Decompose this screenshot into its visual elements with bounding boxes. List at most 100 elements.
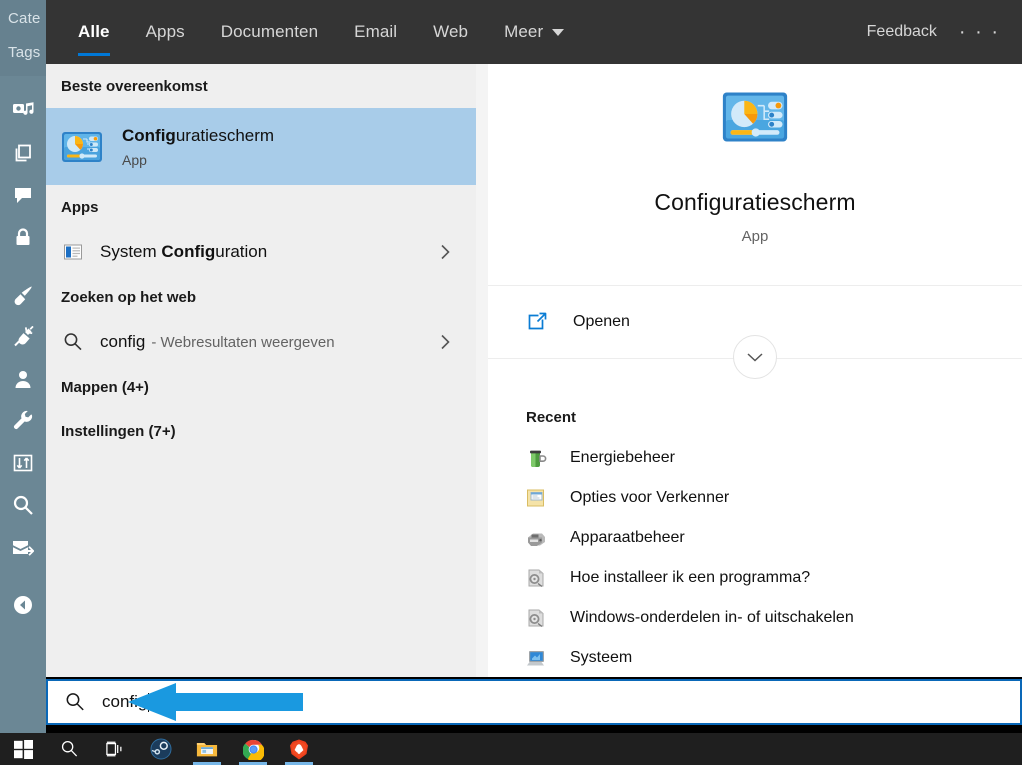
file-explorer-button[interactable]	[184, 733, 230, 765]
app-result-label-post: uration	[215, 242, 268, 261]
settings-section-header[interactable]: Instellingen (7+)	[46, 409, 476, 453]
app-result-label: System Configuration	[100, 242, 267, 262]
media-note-icon[interactable]	[0, 96, 46, 126]
open-external-icon	[528, 312, 547, 330]
magnifier-icon[interactable]	[0, 490, 46, 520]
back-circle-icon[interactable]	[0, 590, 46, 620]
screen: Cate Tags Alle Apps Documenten Email Web…	[0, 0, 1022, 765]
search-input-value: config	[102, 692, 148, 711]
wrench-icon[interactable]	[0, 406, 46, 436]
tab-meer[interactable]: Meer	[486, 0, 582, 64]
web-result-row[interactable]: config - Webresultaten weergeven	[46, 319, 476, 365]
brave-icon	[290, 739, 308, 759]
help-disc-icon	[528, 569, 544, 588]
apps-header-label: Apps	[61, 198, 99, 216]
help-disc-icon	[528, 609, 544, 628]
overflow-menu-button[interactable]: · · ·	[953, 21, 1022, 44]
recent-item-windows-onderdelen[interactable]: Windows-onderdelen in- of uitschakelen	[488, 598, 1022, 638]
chrome-button[interactable]	[230, 733, 276, 765]
app-result-label-highlight: Config	[161, 242, 216, 261]
recent-item-label: Energiebeheer	[570, 449, 675, 466]
best-match-title: Configuratiescherm	[122, 125, 274, 148]
recent-item-apparaatbeheer[interactable]: Apparaatbeheer	[488, 518, 1022, 558]
best-match-text: Configuratiescherm App	[122, 125, 274, 169]
steam-button[interactable]	[138, 733, 184, 765]
search-icon	[66, 693, 84, 711]
recent-item-hoe-installeer-ik-een-programma[interactable]: Hoe installeer ik een programma?	[488, 558, 1022, 598]
preview-title: Configuratiescherm	[654, 189, 856, 215]
preview-subtitle: App	[741, 228, 769, 245]
open-action-label: Openen	[573, 313, 630, 330]
sort-icon[interactable]	[0, 448, 46, 478]
recent-item-label: Apparaatbeheer	[570, 529, 685, 546]
recent-item-energiebeheer[interactable]: Energiebeheer	[488, 438, 1022, 478]
search-button[interactable]	[46, 733, 92, 765]
tab-web-label: Web	[433, 22, 469, 41]
mail-forward-icon[interactable]	[0, 532, 46, 562]
recent-item-systeem[interactable]: Systeem	[488, 638, 1022, 678]
apps-section-header: Apps	[46, 185, 476, 229]
lock-icon[interactable]	[0, 222, 46, 252]
tabbar-right-group: Feedback · · ·	[851, 0, 1022, 64]
search-results-body: Beste overeenkomst Configuratiescherm Ap…	[46, 64, 1022, 677]
web-result-description: - Webresultaten weergeven	[151, 333, 335, 351]
chevron-right-icon[interactable]	[439, 242, 452, 262]
search-tabs: Alle Apps Documenten Email Web Meer	[60, 0, 582, 64]
background-sidebar-icon-list	[0, 76, 46, 733]
chevron-down-icon	[747, 353, 763, 362]
tab-web[interactable]: Web	[415, 0, 486, 64]
search-icon	[64, 333, 82, 351]
chrome-icon	[242, 739, 264, 760]
system-monitor-icon	[527, 651, 544, 666]
chevron-down-icon	[552, 28, 565, 36]
background-label-categories: Cate	[8, 10, 41, 27]
recent-item-opties-voor-verkenner[interactable]: Opties voor Verkenner	[488, 478, 1022, 518]
steam-icon	[150, 738, 172, 760]
plug-icon[interactable]	[0, 322, 46, 352]
taskbar	[0, 733, 1022, 765]
tab-meer-label: Meer	[504, 22, 544, 41]
taskbar-items	[0, 733, 1022, 765]
feedback-button[interactable]: Feedback	[851, 23, 953, 41]
settings-header-label: Instellingen (7+)	[61, 422, 176, 440]
tab-documenten-label: Documenten	[220, 22, 319, 41]
tab-email-label: Email	[354, 22, 398, 41]
results-left-column: Beste overeenkomst Configuratiescherm Ap…	[46, 64, 476, 677]
comment-bubble-icon[interactable]	[0, 180, 46, 210]
brush-icon[interactable]	[0, 280, 46, 310]
app-result-label-pre: System	[100, 242, 162, 261]
recent-header-label: Recent	[526, 409, 577, 426]
app-result-row[interactable]: System Configuration	[46, 229, 476, 275]
best-match-title-rest: uratiescherm	[175, 125, 275, 145]
person-icon[interactable]	[0, 364, 46, 394]
recent-item-label: Opties voor Verkenner	[570, 489, 730, 506]
device-manager-icon	[528, 533, 545, 546]
tab-apps-label: Apps	[145, 22, 185, 41]
tab-apps[interactable]: Apps	[128, 0, 203, 64]
chevron-right-icon[interactable]	[439, 332, 452, 352]
windows-logo-icon	[13, 739, 33, 759]
folder-icon	[196, 743, 218, 757]
folder-options-icon	[527, 489, 544, 507]
control-panel-icon	[62, 131, 102, 162]
battery-icon	[530, 450, 547, 467]
tab-alle-label: Alle	[78, 22, 110, 41]
copy-pages-icon[interactable]	[0, 138, 46, 168]
folders-header-label: Mappen (4+)	[61, 378, 149, 396]
best-match-result-row[interactable]: Configuratiescherm App	[46, 108, 476, 185]
search-input-box[interactable]: config	[46, 679, 1022, 725]
tab-alle[interactable]: Alle	[60, 0, 128, 64]
brave-button[interactable]	[276, 733, 322, 765]
tab-documenten[interactable]: Documenten	[203, 0, 336, 64]
expand-actions-button[interactable]	[733, 335, 777, 379]
tab-email[interactable]: Email	[336, 0, 415, 64]
start-button[interactable]	[0, 733, 46, 765]
folders-section-header[interactable]: Mappen (4+)	[46, 365, 476, 409]
task-view-button[interactable]	[92, 733, 138, 765]
recent-item-label: Systeem	[570, 649, 633, 666]
task-view-icon	[106, 741, 122, 757]
best-match-subtitle: App	[122, 152, 147, 169]
recent-item-label: Hoe installeer ik een programma?	[570, 569, 811, 586]
recent-item-label: Windows-onderdelen in- of uitschakelen	[570, 609, 854, 626]
background-label-tags: Tags	[8, 44, 41, 61]
